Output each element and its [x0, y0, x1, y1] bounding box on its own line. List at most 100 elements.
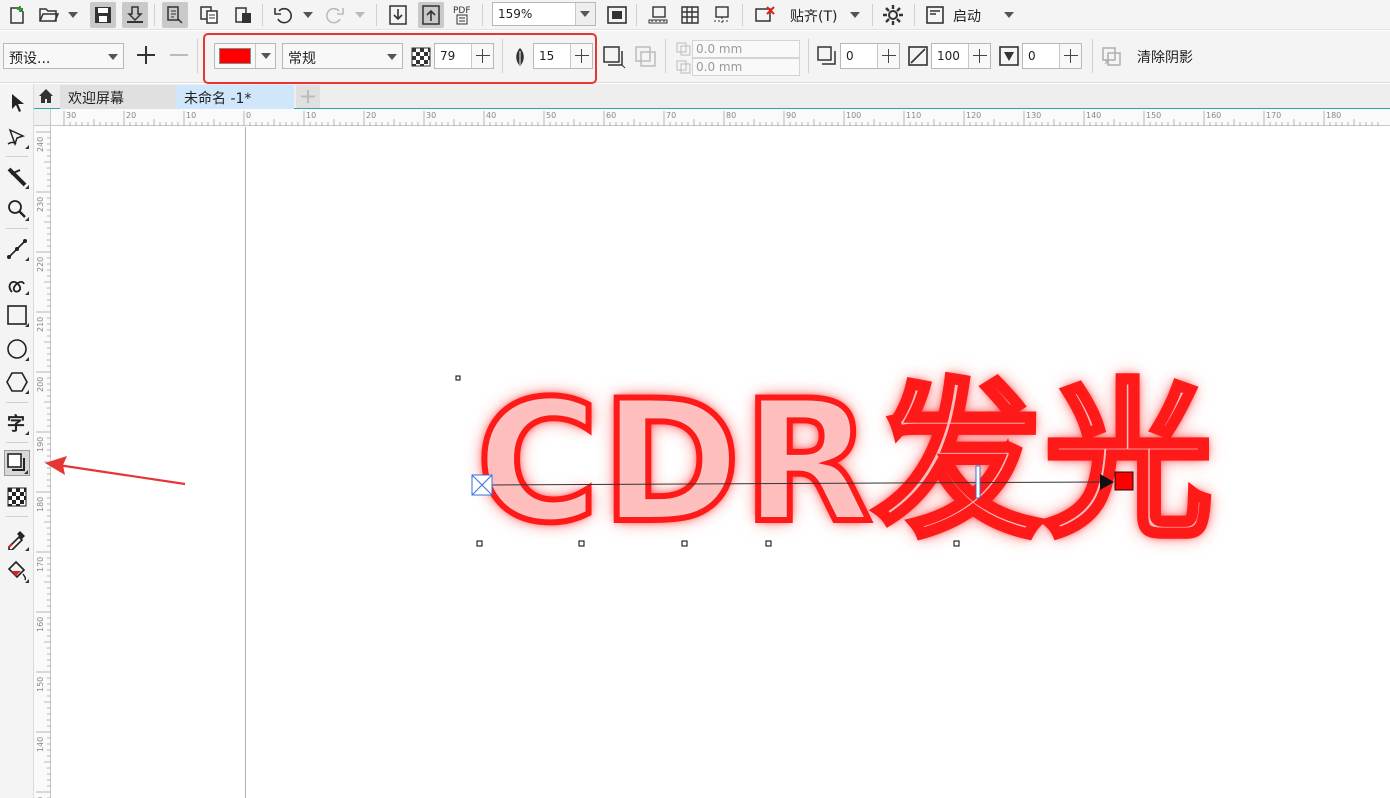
pick-tool-icon[interactable]	[4, 90, 30, 116]
show-guidelines-icon[interactable]	[709, 2, 735, 28]
cut-icon[interactable]	[162, 2, 188, 28]
vertical-ruler[interactable]: 240230220210200190180170160150140130	[34, 126, 51, 798]
ruler-origin[interactable]	[34, 109, 51, 126]
ruler-label: 170	[1266, 111, 1281, 120]
export-icon[interactable]	[418, 2, 444, 28]
ruler-label: 30	[426, 111, 436, 120]
glow-text-object[interactable]: CDR发光	[473, 375, 1215, 549]
import-icon[interactable]	[385, 2, 411, 28]
svg-text:字: 字	[7, 413, 25, 434]
open-icon[interactable]	[36, 2, 62, 28]
freehand-tool-icon[interactable]	[4, 236, 30, 262]
shadow-fade-icon	[999, 46, 1019, 66]
ruler-label: 80	[726, 111, 736, 120]
flyout-corner-icon	[24, 470, 28, 474]
flyout-corner-icon	[25, 185, 29, 189]
feather-edges-icon[interactable]	[634, 45, 658, 69]
separator	[6, 442, 28, 443]
vertical-ruler-ticks: 240230220210200190180170160150140130	[36, 131, 51, 798]
ruler-label: 10	[306, 111, 316, 120]
ruler-label: 40	[486, 111, 496, 120]
polygon-tool-icon[interactable]	[4, 369, 30, 395]
launch-menu[interactable]: 启动	[953, 6, 981, 26]
ruler-label: 150	[36, 677, 45, 692]
ruler-label: 110	[906, 111, 921, 120]
coreldraw-window: PDF 159% 贴齐(T) 启动 预设... 常规 79 15 0.0 mm …	[0, 0, 1390, 798]
shadow-offset-y-field[interactable]: 0.0 mm	[692, 58, 800, 76]
show-grid-icon[interactable]	[677, 2, 703, 28]
ruler-label: 160	[36, 617, 45, 632]
show-rulers-icon[interactable]	[645, 2, 671, 28]
undo-icon[interactable]	[270, 2, 296, 28]
snap-off-icon[interactable]	[752, 2, 778, 28]
clear-shadow-icon[interactable]	[1101, 46, 1123, 68]
ruler-label: 140	[36, 737, 45, 752]
zoom-dropdown[interactable]	[575, 3, 595, 25]
full-screen-preview-icon[interactable]	[604, 2, 630, 28]
flyout-corner-icon	[25, 323, 29, 327]
snap-dropdown-icon[interactable]	[850, 12, 860, 18]
transparency-tool-icon[interactable]	[4, 484, 30, 510]
angle-increment-icon[interactable]	[877, 44, 899, 68]
publish-pdf-icon[interactable]: PDF	[450, 2, 476, 28]
shadow-angle-field[interactable]: 0	[840, 43, 900, 69]
fade-increment-icon[interactable]	[1059, 44, 1081, 68]
shadow-offset-x-field[interactable]: 0.0 mm	[692, 40, 800, 58]
undo-dropdown-icon[interactable]	[303, 12, 313, 18]
add-preset-icon[interactable]	[135, 44, 157, 66]
flyout-corner-icon	[25, 257, 29, 261]
ruler-label: 210	[36, 317, 45, 332]
separator	[665, 39, 666, 73]
shadow-stretch-field[interactable]: 100	[931, 43, 991, 69]
rectangle-tool-icon[interactable]	[4, 302, 30, 328]
snap-to-menu[interactable]: 贴齐(T)	[790, 6, 837, 26]
copy-icon[interactable]	[196, 2, 222, 28]
clear-shadow-button[interactable]: 清除阴影	[1137, 47, 1193, 67]
tab-untitled-1[interactable]: 未命名 -1*	[176, 85, 294, 109]
chevron-down-icon	[108, 54, 118, 60]
ruler-label: 20	[366, 111, 376, 120]
launch-icon[interactable]	[922, 2, 948, 28]
new-document-icon[interactable]	[4, 2, 30, 28]
ruler-label: 90	[786, 111, 796, 120]
launch-dropdown-icon[interactable]	[1004, 12, 1014, 18]
feather-direction-icon[interactable]	[602, 45, 626, 69]
ruler-label: 160	[1206, 111, 1221, 120]
document-tabs: 欢迎屏幕 未命名 -1*	[34, 84, 1390, 109]
toolbox: 字	[0, 84, 34, 798]
paste-icon[interactable]	[230, 2, 256, 28]
redo-dropdown-icon[interactable]	[355, 12, 365, 18]
horizontal-ruler[interactable]: 30 20 10 0 10 20 30 40 50 60 70 80 90 100 110 120 130 140…	[34, 109, 1390, 126]
flyout-corner-icon	[25, 431, 29, 435]
redo-icon[interactable]	[322, 2, 348, 28]
drop-shadow-tool-icon[interactable]	[4, 450, 30, 476]
save-icon[interactable]	[90, 2, 116, 28]
standard-toolbar: PDF 159% 贴齐(T) 启动	[0, 0, 1390, 30]
preset-list[interactable]: 预设...	[3, 43, 124, 69]
horizontal-ruler-ticks: 30 20 10 0 10 20 30 40 50 60 70 80 90 100 110 120 130 140…	[63, 111, 1379, 126]
shadow-angle-icon	[817, 46, 837, 66]
ellipse-tool-icon[interactable]	[4, 336, 30, 362]
separator	[197, 39, 198, 73]
separator	[808, 39, 809, 73]
eyedropper-tool-icon[interactable]	[4, 526, 30, 552]
open-dropdown-icon[interactable]	[68, 12, 78, 18]
artistic-media-tool-icon[interactable]	[4, 270, 30, 296]
tab-label: 未命名 -1*	[184, 91, 252, 107]
text-tool-icon[interactable]: 字	[4, 410, 30, 436]
new-tab-plus-icon[interactable]	[296, 85, 320, 108]
shadow-fade-field[interactable]: 0	[1022, 43, 1082, 69]
interactive-fill-tool-icon[interactable]	[4, 558, 30, 584]
zoom-tool-icon[interactable]	[4, 196, 30, 222]
crop-tool-icon[interactable]	[4, 164, 30, 190]
stretch-increment-icon[interactable]	[968, 44, 990, 68]
options-gear-icon[interactable]	[880, 2, 906, 28]
separator	[6, 156, 28, 157]
print-icon[interactable]	[122, 2, 148, 28]
shape-tool-icon[interactable]	[4, 124, 30, 150]
shadow-stretch-value: 100	[937, 49, 960, 63]
home-icon[interactable]	[38, 88, 54, 104]
zoom-level-combo[interactable]: 159%	[492, 2, 596, 26]
zoom-level-value: 159%	[498, 7, 533, 21]
remove-preset-icon[interactable]	[168, 44, 190, 66]
